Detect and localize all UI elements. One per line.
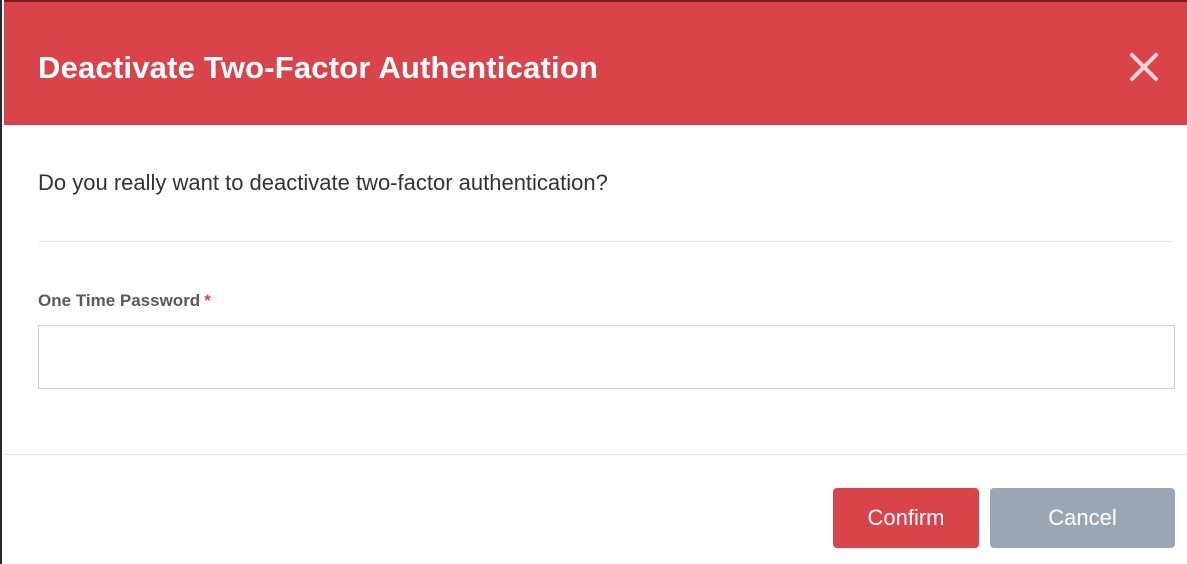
required-marker: *	[204, 291, 211, 310]
dialog-title: Deactivate Two-Factor Authentication	[38, 50, 599, 85]
deactivate-2fa-dialog: Deactivate Two-Factor Authentication Do …	[0, 0, 1187, 564]
close-icon[interactable]	[1127, 50, 1161, 84]
confirmation-question: Do you really want to deactivate two-fac…	[38, 170, 608, 195]
otp-label-text: One Time Password	[38, 291, 201, 310]
cancel-button[interactable]: Cancel	[990, 488, 1175, 548]
otp-field-label: One Time Password *	[38, 289, 211, 313]
footer-divider	[4, 454, 1187, 455]
one-time-password-input[interactable]	[38, 325, 1175, 389]
divider	[38, 241, 1173, 242]
confirm-button[interactable]: Confirm	[833, 488, 979, 548]
dialog-header: Deactivate Two-Factor Authentication	[4, 0, 1187, 125]
